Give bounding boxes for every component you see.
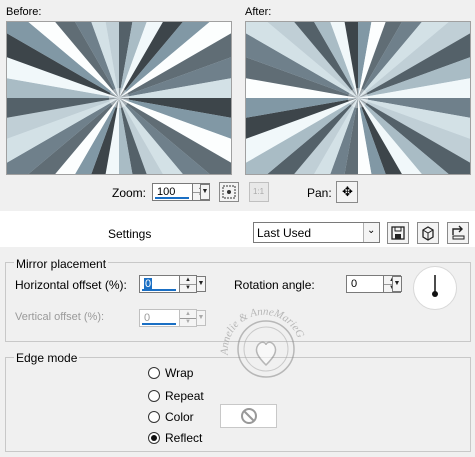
rotation-dial[interactable]	[413, 266, 457, 310]
save-disk-icon	[391, 226, 405, 240]
edge-mode-title: Edge mode	[14, 351, 80, 365]
pan-button[interactable]: ✥	[336, 181, 358, 203]
actual-size-icon: 1:1	[253, 187, 265, 196]
settings-label: Settings	[108, 227, 152, 241]
rotation-angle-popup-button[interactable]: ▼	[392, 276, 402, 292]
vertical-offset-spinner[interactable]: ▲ ▼	[179, 310, 196, 326]
no-color-icon	[241, 408, 257, 424]
mirror-placement-group	[5, 262, 471, 342]
wrap-label: Wrap	[165, 366, 194, 380]
after-preview-image	[246, 22, 470, 174]
zoom-label: Zoom:	[112, 186, 147, 200]
before-preview-image	[7, 22, 231, 174]
reset-icon	[452, 225, 465, 240]
zoom-underline	[155, 197, 189, 199]
rotation-dial-icon	[432, 275, 438, 297]
vertical-offset-input[interactable]: 0 ▲ ▼	[139, 309, 197, 327]
wrap-radio[interactable]	[148, 367, 160, 379]
preview-center	[348, 88, 368, 108]
horizontal-down-arrow-icon[interactable]: ▼	[180, 284, 196, 292]
reflect-radio-dot	[151, 435, 157, 441]
horizontal-offset-underline	[142, 289, 176, 291]
before-label: Before:	[6, 6, 42, 18]
reflect-radio[interactable]	[148, 432, 160, 444]
pan-label: Pan:	[307, 186, 332, 200]
actual-size-button[interactable]: 1:1	[249, 182, 269, 202]
after-label: After:	[245, 6, 272, 18]
rotation-angle-label: Rotation angle:	[234, 278, 315, 292]
vertical-offset-popup-button[interactable]: ▼	[196, 310, 206, 326]
repeat-label: Repeat	[165, 389, 204, 403]
vertical-down-arrow-icon[interactable]: ▼	[180, 318, 196, 326]
reset-button[interactable]	[447, 222, 469, 244]
mirror-placement-title: Mirror placement	[14, 257, 109, 271]
move-arrows-icon: ✥	[342, 184, 353, 199]
chevron-down-icon: ⌄	[367, 225, 376, 236]
load-preset-button[interactable]	[417, 222, 439, 244]
fit-to-window-icon	[222, 185, 236, 199]
horizontal-offset-popup-button[interactable]: ▼	[196, 276, 206, 292]
preset-dropdown-arrow[interactable]: ⌄	[363, 223, 379, 242]
fit-to-window-button[interactable]	[219, 182, 239, 202]
edge-color-swatch[interactable]	[220, 404, 277, 428]
preview-center	[109, 88, 129, 108]
load-preset-icon	[422, 226, 434, 241]
horizontal-offset-input[interactable]: 0 ▲ ▼	[139, 275, 197, 293]
rotation-angle-value: 0	[351, 278, 358, 290]
color-label: Color	[165, 410, 194, 424]
preset-value: Last Used	[257, 226, 312, 240]
horizontal-offset-spinner[interactable]: ▲ ▼	[179, 276, 196, 292]
reflect-label: Reflect	[165, 431, 203, 445]
color-radio[interactable]	[148, 411, 160, 423]
zoom-dropdown-button[interactable]: ▼	[200, 184, 210, 200]
repeat-radio[interactable]	[148, 390, 160, 402]
vertical-offset-label: Vertical offset (%):	[15, 311, 105, 323]
preset-dropdown[interactable]: Last Used ⌄	[253, 222, 380, 243]
save-preset-button[interactable]	[387, 222, 409, 244]
vertical-offset-underline	[142, 323, 176, 325]
horizontal-offset-label: Horizontal offset (%):	[15, 278, 127, 292]
after-preview[interactable]	[245, 21, 471, 175]
before-preview[interactable]	[6, 21, 232, 175]
